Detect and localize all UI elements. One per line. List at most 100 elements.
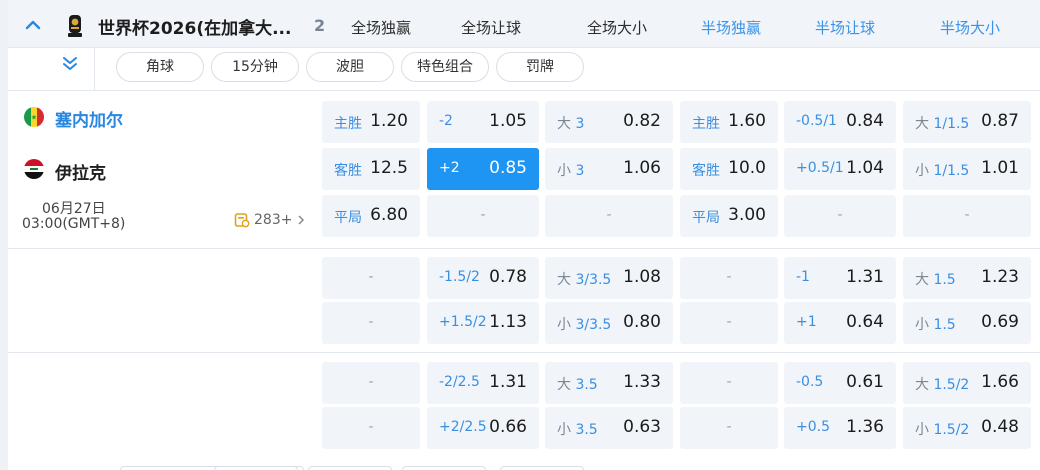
chevron-right-icon [298, 215, 305, 225]
filter-15min[interactable]: 15分钟 [211, 52, 299, 82]
odds-cell-half-ou[interactable]: 小 1/1.5 1.01 [903, 148, 1031, 190]
odds-label: 主胜 [692, 116, 720, 132]
odds-cell-half-handicap[interactable]: -1 1.31 [784, 257, 896, 299]
odds-cell-full-1x2[interactable]: 主胜 1.20 [322, 101, 420, 143]
odds-cell-full-ou[interactable]: 小 3 1.06 [545, 148, 673, 190]
odds-cell-full-handicap[interactable]: +1.5/2 1.13 [427, 302, 539, 344]
odds-value: 10.0 [728, 158, 766, 178]
next-filter-chip [308, 466, 392, 470]
more-markets-link[interactable]: 283+ [234, 212, 306, 228]
league-header: 世界杯2026(在加拿大... 2 全场独赢 全场让球 全场大小 半场独赢 半场… [8, 0, 1040, 48]
match-date: 06月27日 [42, 201, 106, 217]
odds-value: 1.06 [623, 158, 661, 178]
odds-cell-full-ou: - [545, 195, 673, 237]
odds-cell-half-ou[interactable]: 小 1.5/2 0.48 [903, 407, 1031, 449]
odds-value: 12.5 [370, 158, 408, 178]
odds-cell-half-ou[interactable]: 大 1/1.5 0.87 [903, 101, 1031, 143]
odds-cell-half-1x2: - [680, 257, 778, 299]
odds-value: 0.61 [846, 372, 884, 392]
odds-value: 0.84 [846, 111, 884, 131]
odds-value: 1.08 [623, 267, 661, 287]
filter-cards[interactable]: 罚牌 [496, 52, 584, 82]
odds-value: 0.87 [981, 111, 1019, 131]
odds-cell-full-ou[interactable]: 大 3/3.5 1.08 [545, 257, 673, 299]
odds-empty: - [726, 269, 732, 285]
odds-label: 小 1.5 [915, 317, 956, 333]
odds-label: +0.5 [796, 419, 830, 435]
odds-value: 0.80 [623, 312, 661, 332]
odds-empty: - [368, 314, 374, 330]
match-panel: 世界杯2026(在加拿大... 2 全场独赢 全场让球 全场大小 半场独赢 半场… [8, 0, 1040, 470]
odds-cell-half-1x2[interactable]: 客胜 10.0 [680, 148, 778, 190]
odds-cell-half-1x2[interactable]: 主胜 1.60 [680, 101, 778, 143]
markets-icon [234, 213, 250, 228]
col-half-1x2: 半场独赢 [700, 19, 761, 37]
match-count: 2 [314, 16, 326, 35]
home-team[interactable]: 塞内加尔 [55, 106, 123, 131]
odds-label: 平局 [334, 210, 362, 226]
odds-value: 3.00 [728, 205, 766, 225]
odds-cell-half-1x2: - [680, 407, 778, 449]
odds-cell-full-ou[interactable]: 大 3 0.82 [545, 101, 673, 143]
chevron-up-icon[interactable] [22, 14, 44, 36]
next-filter-chip [214, 466, 298, 470]
odds-value: 0.63 [623, 417, 661, 437]
odds-cell-half-handicap[interactable]: +0.5/1 1.04 [784, 148, 896, 190]
odds-empty: - [480, 207, 486, 223]
odds-cell-full-handicap[interactable]: -2/2.5 1.31 [427, 362, 539, 404]
odds-cell-half-handicap[interactable]: +1 0.64 [784, 302, 896, 344]
col-full-ou: 全场大小 [586, 19, 647, 37]
filter-specials[interactable]: 特色组合 [401, 52, 489, 82]
odds-label: 客胜 [692, 163, 720, 179]
odds-empty: - [964, 207, 970, 223]
odds-empty: - [606, 207, 612, 223]
odds-label: +1.5/2 [439, 314, 487, 330]
odds-label: +1 [796, 314, 817, 330]
odds-cell-half-handicap[interactable]: -0.5 0.61 [784, 362, 896, 404]
match-time: 03:00(GMT+8) [22, 216, 126, 232]
odds-label: 小 3 [557, 163, 585, 179]
odds-cell-full-handicap[interactable]: +2 0.85 [427, 148, 539, 190]
odds-label: 大 3 [557, 116, 585, 132]
filter-corners[interactable]: 角球 [116, 52, 204, 82]
odds-value: 1.23 [981, 267, 1019, 287]
odds-value: 0.48 [981, 417, 1019, 437]
odds-value: 1.31 [489, 372, 527, 392]
odds-cell-half-handicap[interactable]: +0.5 1.36 [784, 407, 896, 449]
odds-value: 1.60 [728, 111, 766, 131]
odds-cell-full-ou[interactable]: 小 3/3.5 0.80 [545, 302, 673, 344]
odds-value: 1.33 [623, 372, 661, 392]
next-filter-chip [500, 466, 584, 470]
odds-cell-full-1x2[interactable]: 平局 6.80 [322, 195, 420, 237]
odds-label: 大 1/1.5 [915, 116, 970, 132]
double-chevron-down-icon[interactable] [61, 54, 79, 72]
odds-cell-full-handicap[interactable]: +2/2.5 0.66 [427, 407, 539, 449]
odds-cell-full-1x2[interactable]: 客胜 12.5 [322, 148, 420, 190]
odds-cell-half-ou[interactable]: 小 1.5 0.69 [903, 302, 1031, 344]
odds-cell-full-ou[interactable]: 大 3.5 1.33 [545, 362, 673, 404]
trophy-icon [68, 15, 82, 37]
odds-value: 1.31 [846, 267, 884, 287]
col-full-1x2: 全场独赢 [350, 19, 411, 37]
odds-value: 1.01 [981, 158, 1019, 178]
odds-cell-full-handicap[interactable]: -2 1.05 [427, 101, 539, 143]
odds-cell-half-1x2[interactable]: 平局 3.00 [680, 195, 778, 237]
odds-cell-full-1x2: - [322, 362, 420, 404]
odds-cell-half-ou[interactable]: 大 1.5 1.23 [903, 257, 1031, 299]
market-filter-bar: 角球 15分钟 波胆 特色组合 罚牌 [8, 48, 1040, 91]
odds-cell-full-1x2: - [322, 302, 420, 344]
odds-cell-half-ou[interactable]: 大 1.5/2 1.66 [903, 362, 1031, 404]
odds-empty: - [368, 374, 374, 390]
odds-cell-half-handicap[interactable]: -0.5/1 0.84 [784, 101, 896, 143]
odds-cell-half-1x2: - [680, 302, 778, 344]
odds-label: 主胜 [334, 116, 362, 132]
odds-value: 0.82 [623, 111, 661, 131]
league-name[interactable]: 世界杯2026(在加拿大... [98, 14, 291, 39]
odds-value: 1.04 [846, 158, 884, 178]
filter-correct-score[interactable]: 波胆 [306, 52, 394, 82]
odds-cell-full-ou[interactable]: 小 3.5 0.63 [545, 407, 673, 449]
odds-label: -1.5/2 [439, 269, 480, 285]
odds-cell-full-handicap[interactable]: -1.5/2 0.78 [427, 257, 539, 299]
away-team[interactable]: 伊拉克 [55, 159, 106, 184]
odds-label: 平局 [692, 210, 720, 226]
